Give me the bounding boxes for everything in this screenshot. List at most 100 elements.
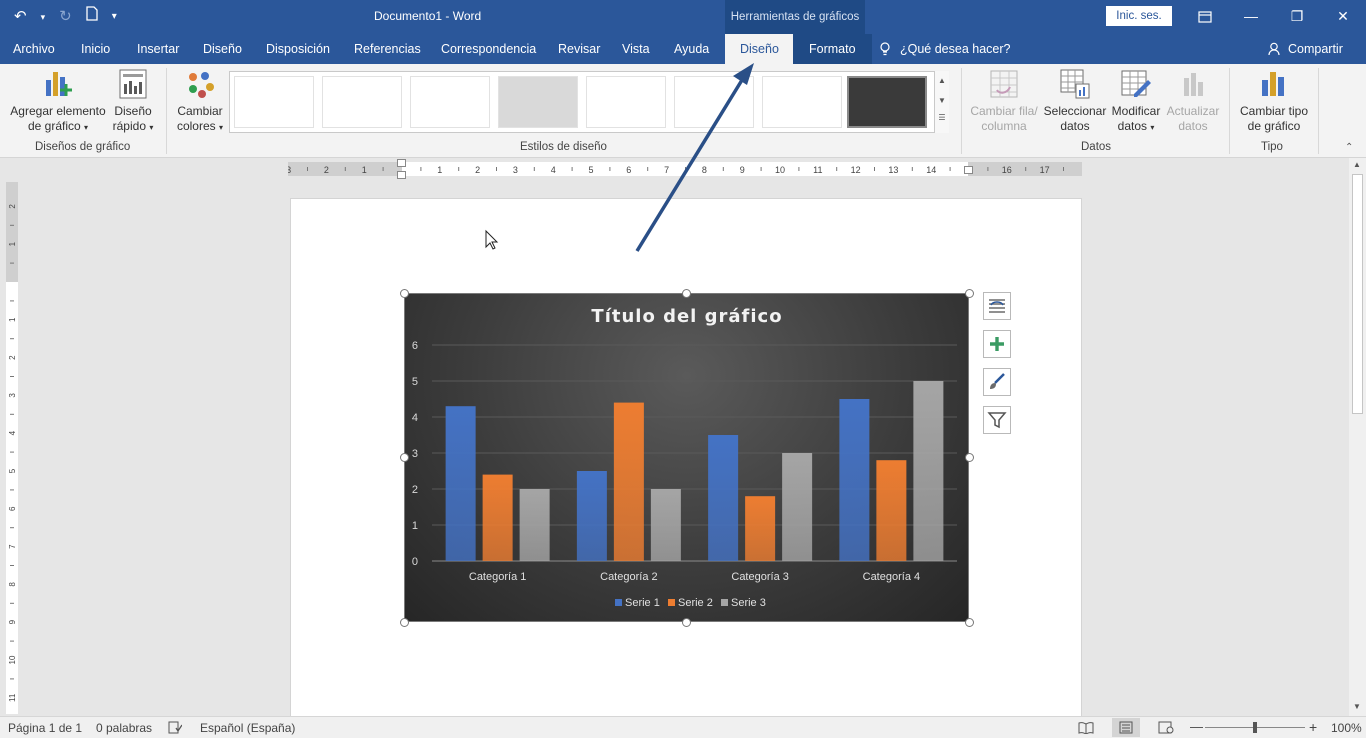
chart-style-5[interactable] [586, 76, 666, 128]
restore-icon[interactable]: ❐ [1274, 0, 1320, 34]
resize-handle-b[interactable] [682, 618, 691, 627]
tab-chart-format[interactable]: Formato [793, 34, 872, 64]
ruler-label: 13 [888, 165, 898, 175]
bar-3-3[interactable] [782, 453, 813, 561]
zoom-level[interactable]: 100% [1331, 721, 1362, 735]
right-indent-marker[interactable] [964, 166, 973, 174]
scroll-up-icon[interactable]: ▲ [1353, 160, 1361, 169]
resize-handle-tl[interactable] [400, 289, 409, 298]
bar-1-4[interactable] [839, 399, 870, 561]
tab-revisar[interactable]: Revisar [558, 34, 600, 64]
tab-insertar[interactable]: Insertar [137, 34, 179, 64]
language-status[interactable]: Español (España) [200, 721, 295, 735]
tab-archivo[interactable]: Archivo [13, 34, 55, 64]
tab-correspondencia[interactable]: Correspondencia [441, 34, 536, 64]
gallery-more-icon[interactable]: ☰ [935, 111, 949, 125]
resize-handle-tr[interactable] [965, 289, 974, 298]
tell-me-search[interactable]: ¿Qué desea hacer? [880, 34, 1011, 64]
ribbon-display-options-icon[interactable] [1182, 0, 1228, 34]
undo-dropdown-icon[interactable]: ▾ [41, 7, 46, 27]
undo-icon[interactable]: ↶ [14, 7, 27, 27]
chart-title[interactable]: Título del gráfico [591, 306, 782, 327]
chart-elements-button[interactable] [983, 330, 1011, 358]
resize-handle-br[interactable] [965, 618, 974, 627]
chart-style-1[interactable] [234, 76, 314, 128]
tab-referencias[interactable]: Referencias [354, 34, 421, 64]
change-chart-type-button[interactable]: Cambiar tipo de gráfico [1236, 68, 1312, 134]
customize-qat-icon[interactable]: ▾ [112, 7, 117, 27]
legend-label-2[interactable]: Serie 2 [678, 597, 713, 609]
ribbon-separator [166, 68, 167, 154]
resize-handle-t[interactable] [682, 289, 691, 298]
bar-3-1[interactable] [519, 489, 550, 561]
y-tick-label: 2 [412, 484, 418, 496]
zoom-in-icon[interactable]: + [1309, 719, 1317, 735]
gallery-up-icon[interactable]: ▲ [935, 71, 949, 91]
scroll-down-icon[interactable]: ▼ [1353, 702, 1361, 711]
read-mode-icon[interactable] [1078, 721, 1094, 737]
close-icon[interactable]: ✕ [1320, 0, 1366, 34]
page-count[interactable]: Página 1 de 1 [8, 721, 82, 735]
zoom-slider-thumb[interactable] [1253, 722, 1257, 733]
chart-style-2[interactable] [322, 76, 402, 128]
legend-label-3[interactable]: Serie 3 [731, 597, 766, 609]
zoom-out-icon[interactable]: — [1190, 719, 1203, 734]
legend-label-1[interactable]: Serie 1 [625, 597, 660, 609]
chart-object[interactable]: Título del gráfico 0 1 2 3 4 5 6 Categoría 1 Cate… [404, 293, 969, 622]
change-colors-button[interactable]: Cambiar colores ▾ [174, 68, 226, 135]
bar-3-2[interactable] [650, 489, 681, 561]
chart-style-6[interactable] [674, 76, 754, 128]
tab-disposicion[interactable]: Disposición [266, 34, 330, 64]
tab-vista[interactable]: Vista [622, 34, 650, 64]
bar-2-3[interactable] [745, 496, 776, 561]
select-data-button[interactable]: Seleccionar datos [1042, 68, 1108, 134]
chart-style-3[interactable] [410, 76, 490, 128]
switch-row-column-button[interactable]: Cambiar fila/ columna [966, 68, 1042, 134]
tab-chart-design[interactable]: Diseño [725, 34, 794, 64]
tab-ayuda[interactable]: Ayuda [674, 34, 709, 64]
edit-data-button[interactable]: Modificar datos ▾ [1107, 68, 1165, 135]
first-line-indent-marker[interactable] [397, 159, 406, 167]
quick-layout-button[interactable]: Diseño rápido ▾ [108, 68, 158, 135]
chart-style-8-selected[interactable] [847, 76, 927, 128]
tab-inicio[interactable]: Inicio [81, 34, 110, 64]
bar-1-1[interactable] [445, 406, 476, 561]
vertical-ruler-label: 1 [8, 317, 17, 322]
print-layout-icon[interactable] [1112, 718, 1140, 737]
refresh-data-button[interactable]: Actualizar datos [1162, 68, 1224, 134]
minimize-icon[interactable]: — [1228, 0, 1274, 34]
bar-2-4[interactable] [876, 460, 907, 561]
sign-in-button[interactable]: Inic. ses. [1106, 6, 1172, 26]
tab-diseno[interactable]: Diseño [203, 34, 242, 64]
chart-filters-button[interactable] [983, 406, 1011, 434]
redo-icon[interactable]: ↻ [59, 7, 72, 27]
bar-1-2[interactable] [576, 471, 607, 561]
vertical-scrollbar[interactable]: ▲ ▼ [1349, 158, 1366, 716]
collapse-ribbon-icon[interactable]: ⌃ [1345, 142, 1353, 153]
bar-2-2[interactable] [613, 402, 644, 561]
change-colors-label: Cambiar [177, 104, 223, 118]
resize-handle-bl[interactable] [400, 618, 409, 627]
scrollbar-thumb[interactable] [1352, 174, 1363, 414]
layout-options-button[interactable] [983, 292, 1011, 320]
bar-2-1[interactable] [482, 474, 513, 561]
new-document-icon[interactable] [86, 6, 98, 27]
word-count[interactable]: 0 palabras [96, 721, 152, 735]
ruler-label: 3 [288, 165, 291, 175]
resize-handle-r[interactable] [965, 453, 974, 462]
vertical-ruler-label: 11 [8, 693, 17, 702]
ruler-label: 10 [775, 165, 785, 175]
proofing-icon[interactable] [168, 721, 183, 737]
gallery-down-icon[interactable]: ▼ [935, 91, 949, 111]
web-layout-icon[interactable] [1158, 721, 1174, 737]
bar-1-3[interactable] [708, 435, 739, 561]
add-chart-element-button[interactable]: Agregar elemento de gráfico ▾ [8, 68, 108, 135]
chart-style-7[interactable] [762, 76, 842, 128]
chart-style-4[interactable] [498, 76, 578, 128]
share-button[interactable]: Compartir [1268, 34, 1343, 64]
resize-handle-l[interactable] [400, 453, 409, 462]
left-indent-marker[interactable] [397, 171, 406, 179]
ruler-label: 2 [475, 165, 480, 175]
chart-styles-button[interactable] [983, 368, 1011, 396]
bar-3-4[interactable] [913, 381, 944, 561]
